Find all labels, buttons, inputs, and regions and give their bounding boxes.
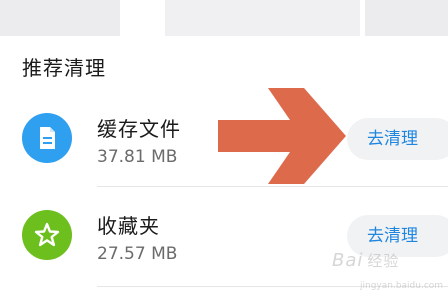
top-card-segment xyxy=(0,0,120,36)
item-name: 缓存文件 xyxy=(97,117,181,141)
watermark: Bai 经验 xyxy=(332,250,399,271)
watermark-sub: 经验 xyxy=(367,252,400,270)
watermark-brand: Bai xyxy=(332,250,364,271)
file-icon xyxy=(22,113,72,163)
top-card xyxy=(0,0,448,36)
star-icon xyxy=(22,210,72,260)
clean-button-cache-files[interactable]: 去清理 xyxy=(347,118,448,160)
top-card-segment xyxy=(165,0,360,36)
item-name: 收藏夹 xyxy=(97,214,160,238)
item-size: 27.57 MB xyxy=(97,244,178,264)
top-card-segment xyxy=(365,0,448,36)
divider xyxy=(97,186,448,187)
watermark-url: jingyan.baidu.com xyxy=(360,281,444,291)
arrow-annotation xyxy=(218,88,346,184)
section-title: 推荐清理 xyxy=(22,56,106,80)
item-size: 37.81 MB xyxy=(97,147,178,167)
